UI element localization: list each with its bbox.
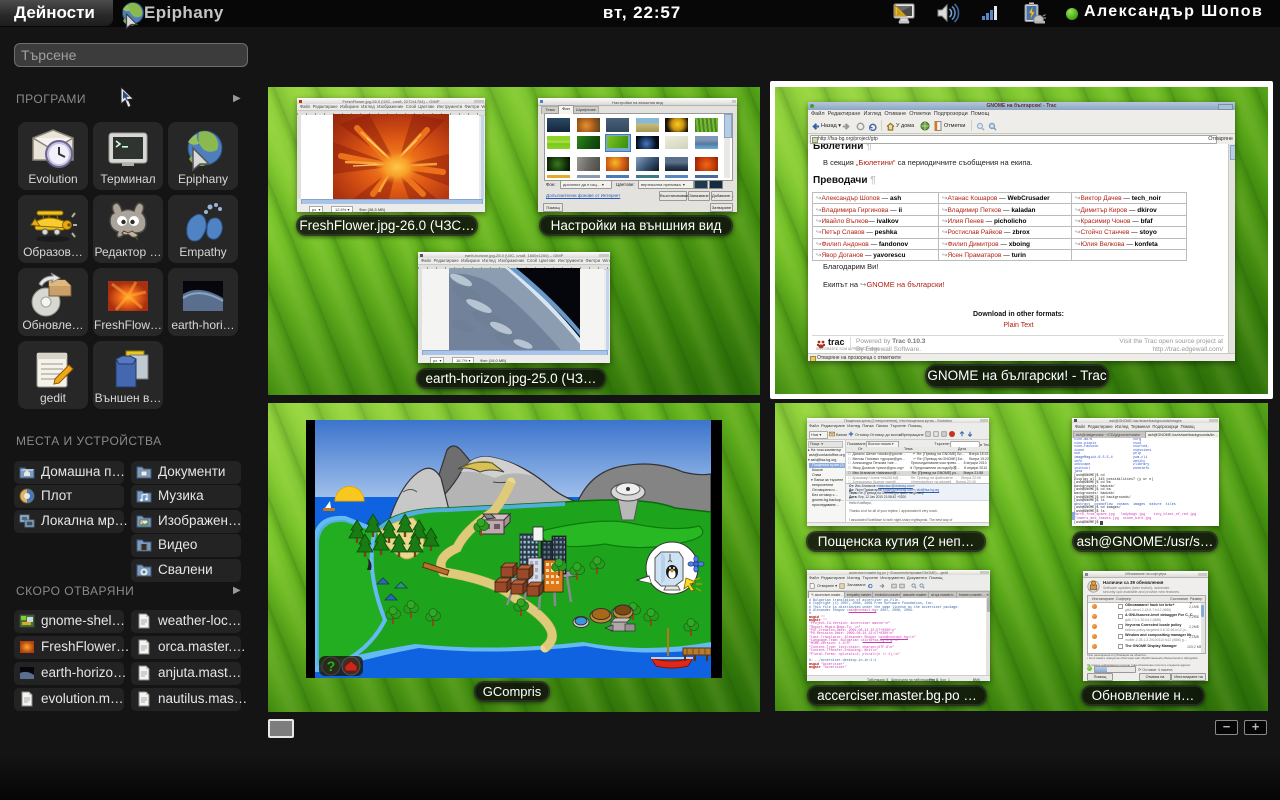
svg-text:?: ? (327, 658, 336, 674)
